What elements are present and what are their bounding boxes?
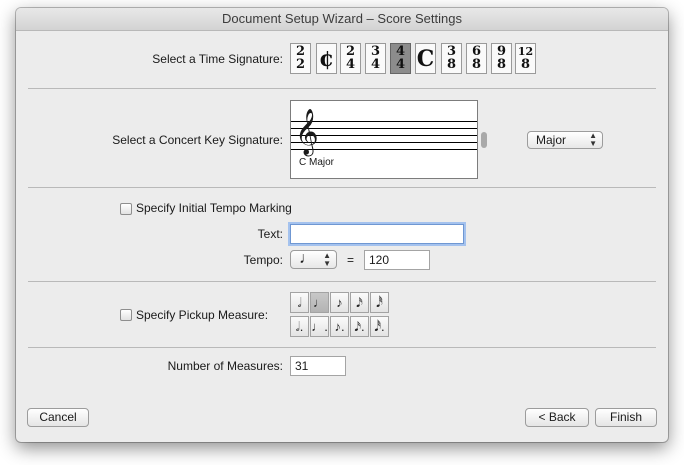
back-button[interactable]: < Back	[525, 408, 589, 427]
pickup-note-button[interactable]: ♪.	[330, 316, 349, 337]
key-name: C Major	[299, 157, 335, 168]
time-signature-option[interactable]: 44	[390, 43, 411, 74]
pickup-checkbox[interactable]	[120, 309, 132, 321]
time-signature-bottom: 8	[520, 57, 531, 72]
key-signature-staff[interactable]: 𝄞 C Major	[290, 100, 478, 179]
tempo-checkbox-label: Specify Initial Tempo Marking	[136, 201, 292, 215]
time-signature-bottom: 2	[295, 57, 306, 72]
window-title: Document Setup Wizard – Score Settings	[16, 8, 668, 31]
separator	[28, 187, 656, 188]
separator	[28, 281, 656, 282]
tempo-equals: =	[347, 253, 355, 267]
treble-clef-icon: 𝄞	[295, 109, 319, 155]
time-signature-bottom: 8	[471, 57, 482, 72]
time-signature-bottom: 4	[345, 57, 356, 72]
tempo-note-select[interactable]: ♩ ▲ ▼	[290, 250, 337, 269]
time-signature-symbol: C	[416, 46, 435, 72]
finish-button[interactable]: Finish	[595, 408, 657, 427]
pickup-note-button[interactable]: ♩	[310, 292, 329, 313]
tempo-checkbox[interactable]	[120, 203, 132, 215]
key-signature-label: Select a Concert Key Signature:	[112, 133, 283, 147]
separator	[28, 347, 656, 348]
time-signature-option[interactable]: ¢	[316, 43, 337, 74]
time-signature-bottom: 8	[496, 57, 507, 72]
time-signature-label: Select a Time Signature:	[152, 52, 283, 66]
key-mode-select[interactable]: Major ▲ ▼	[527, 131, 603, 149]
time-signature-option[interactable]: 98	[491, 43, 512, 74]
time-signature-option[interactable]: C	[415, 43, 436, 74]
tempo-text-label: Text:	[257, 227, 283, 241]
tempo-label: Tempo:	[243, 253, 283, 267]
wizard-window: Document Setup Wizard – Score Settings S…	[16, 8, 668, 442]
pickup-checkbox-label: Specify Pickup Measure:	[136, 308, 269, 322]
pickup-note-button[interactable]: 𝅘𝅥𝅯.	[350, 316, 369, 337]
quarter-note-icon: ♩	[299, 250, 315, 267]
scroll-thumb[interactable]	[481, 132, 487, 148]
time-signature-bottom: 8	[446, 57, 457, 72]
pickup-note-button[interactable]: ♩.	[310, 316, 329, 337]
time-signature-option[interactable]: 12 8	[515, 43, 536, 74]
tempo-value-input[interactable]: 120	[364, 250, 430, 270]
time-signature-bottom: 4	[395, 57, 406, 72]
pickup-note-button[interactable]: ♪	[330, 292, 349, 313]
pickup-note-button[interactable]: 𝅗𝅥	[290, 292, 309, 313]
pickup-note-button[interactable]: 𝅘𝅥𝅰.	[370, 316, 389, 337]
time-signature-option[interactable]: 68	[466, 43, 487, 74]
popup-arrows-icon: ▲ ▼	[589, 131, 597, 148]
pickup-note-button[interactable]: 𝅘𝅥𝅯	[350, 292, 369, 313]
popup-arrows-icon: ▲ ▼	[323, 251, 331, 268]
time-signature-option[interactable]: 24	[340, 43, 361, 74]
time-signature-bottom: 4	[370, 57, 381, 72]
pickup-note-button[interactable]: 𝅗𝅥.	[290, 316, 309, 337]
time-signature-option[interactable]: 22	[290, 43, 311, 74]
separator	[28, 88, 656, 89]
measures-label: Number of Measures:	[167, 359, 283, 373]
cancel-button[interactable]: Cancel	[27, 408, 89, 427]
key-mode-value: Major	[536, 133, 567, 147]
time-signature-option[interactable]: 34	[365, 43, 386, 74]
measures-input[interactable]: 31	[290, 356, 346, 376]
tempo-text-input[interactable]	[290, 224, 464, 244]
pickup-note-button[interactable]: 𝅘𝅥𝅰	[370, 292, 389, 313]
time-signature-option[interactable]: 38	[441, 43, 462, 74]
time-signature-symbol: ¢	[318, 46, 335, 72]
